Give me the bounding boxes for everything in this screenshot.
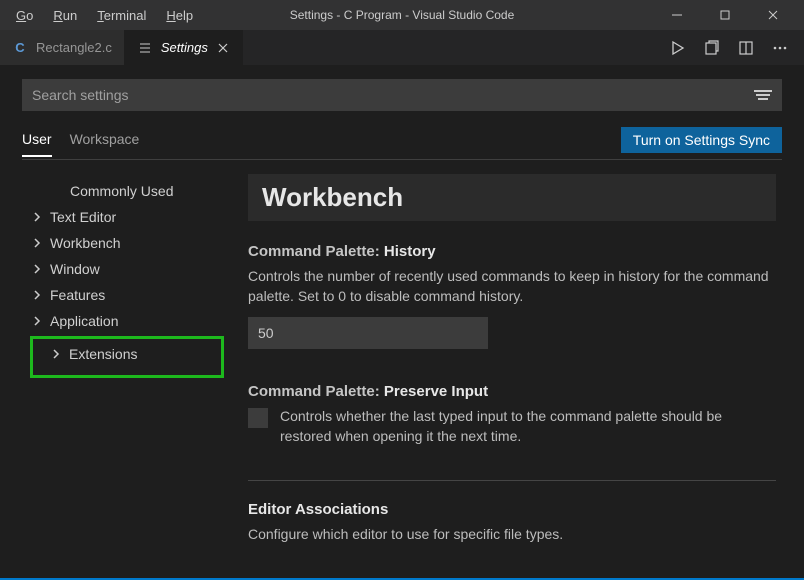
setting-description: Configure which editor to use for specif… [248, 524, 776, 544]
history-value-input[interactable] [248, 317, 488, 349]
settings-list-icon [137, 40, 153, 56]
settings-tree: Commonly Used Text Editor Workbench Wind… [22, 174, 232, 578]
setting-description: Controls the number of recently used com… [248, 266, 776, 307]
more-actions-icon[interactable] [770, 38, 790, 58]
open-settings-json-icon[interactable] [702, 38, 722, 58]
menu-bar: Go Run Terminal Help [8, 4, 201, 27]
menu-terminal[interactable]: Terminal [89, 4, 154, 27]
separator [248, 480, 776, 481]
settings-sync-button[interactable]: Turn on Settings Sync [621, 127, 782, 153]
scope-tab-workspace[interactable]: Workspace [70, 123, 140, 157]
tab-label: Settings [161, 40, 208, 55]
setting-editor-associations: Editor Associations Configure which edit… [248, 501, 776, 544]
editor-tab-bar: C Rectangle2.c Settings [0, 30, 804, 65]
close-button[interactable] [750, 0, 796, 30]
chevron-right-icon [49, 347, 63, 361]
window-title: Settings - C Program - Visual Studio Cod… [290, 8, 515, 22]
editor-actions [668, 30, 804, 65]
search-settings-box [22, 79, 782, 111]
tree-window[interactable]: Window [22, 256, 232, 282]
chevron-right-icon [30, 314, 44, 328]
search-settings-input[interactable] [32, 87, 754, 103]
section-header: Workbench [248, 174, 776, 221]
chevron-right-icon [30, 288, 44, 302]
tab-settings[interactable]: Settings [125, 30, 243, 65]
run-icon[interactable] [668, 38, 688, 58]
title-bar: Go Run Terminal Help Settings - C Progra… [0, 0, 804, 30]
minimize-button[interactable] [654, 0, 700, 30]
maximize-button[interactable] [702, 0, 748, 30]
menu-run[interactable]: Run [45, 4, 85, 27]
tree-commonly-used[interactable]: Commonly Used [22, 178, 232, 204]
tree-text-editor[interactable]: Text Editor [22, 204, 232, 230]
c-lang-icon: C [12, 40, 28, 56]
setting-title: Editor Associations [248, 501, 776, 518]
close-icon[interactable] [216, 41, 230, 55]
search-row [0, 65, 804, 121]
split-editor-icon[interactable] [736, 38, 756, 58]
setting-title: Command Palette: Preserve Input [248, 383, 776, 400]
scope-tab-user[interactable]: User [22, 123, 52, 157]
chevron-right-icon [30, 210, 44, 224]
tree-features[interactable]: Features [22, 282, 232, 308]
preserve-input-checkbox[interactable] [248, 408, 268, 428]
tab-label: Rectangle2.c [36, 40, 112, 55]
settings-body: Commonly Used Text Editor Workbench Wind… [0, 160, 804, 578]
setting-command-palette-history: Command Palette: History Controls the nu… [248, 243, 776, 349]
tab-rectangle-c[interactable]: C Rectangle2.c [0, 30, 125, 65]
setting-command-palette-preserve-input: Command Palette: Preserve Input Controls… [248, 383, 776, 447]
scope-tabs: User Workspace [22, 123, 139, 157]
tree-workbench[interactable]: Workbench [22, 230, 232, 256]
highlight-annotation: Extensions [30, 336, 224, 378]
settings-content: Workbench Command Palette: History Contr… [232, 174, 804, 578]
setting-title: Command Palette: History [248, 243, 776, 260]
filter-icon[interactable] [754, 86, 772, 104]
menu-help[interactable]: Help [158, 4, 201, 27]
menu-go[interactable]: Go [8, 4, 41, 27]
window-controls [654, 0, 796, 30]
chevron-right-icon [30, 262, 44, 276]
setting-description: Controls whether the last typed input to… [280, 406, 776, 447]
tree-application[interactable]: Application [22, 308, 232, 334]
tree-extensions[interactable]: Extensions [33, 341, 221, 367]
chevron-right-icon [30, 236, 44, 250]
scope-row: User Workspace Turn on Settings Sync [0, 121, 804, 159]
